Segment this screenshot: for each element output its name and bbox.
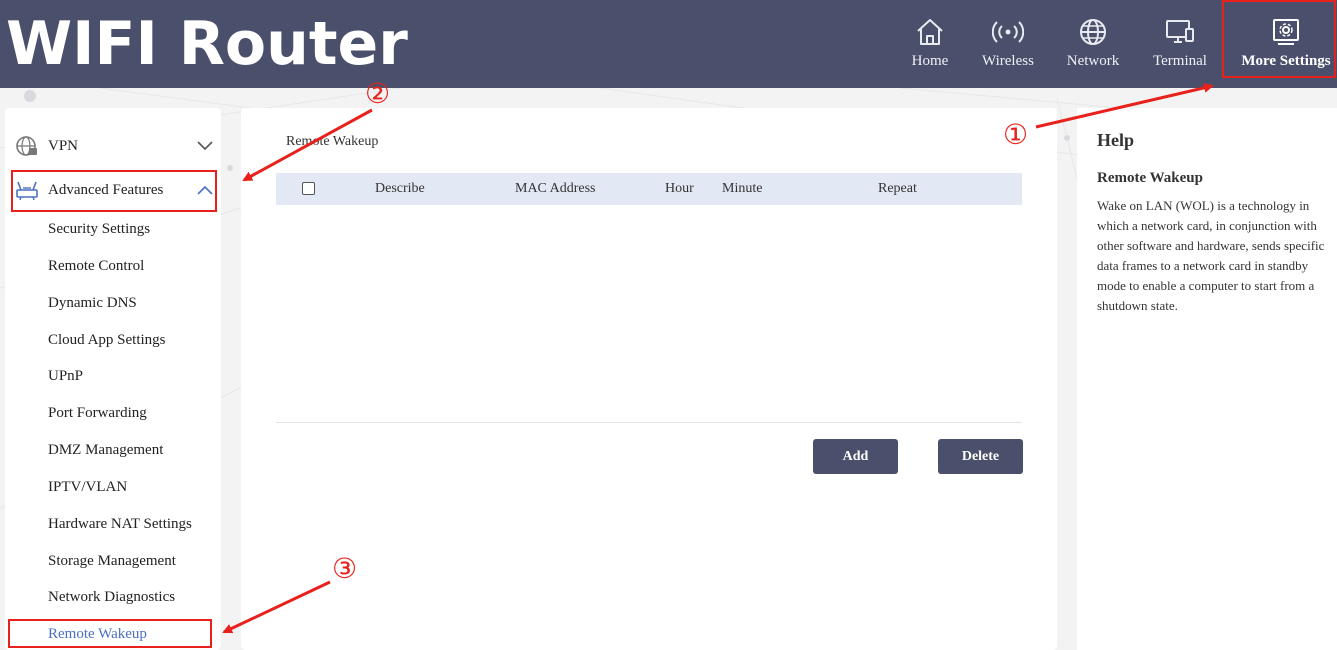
sidebar-item-dynamic-dns[interactable]: Dynamic DNS bbox=[48, 295, 137, 312]
sidebar-item-dmz-management[interactable]: DMZ Management bbox=[48, 442, 163, 459]
sidebar-item-remote-control[interactable]: Remote Control bbox=[48, 258, 144, 275]
brand-logo: WIFI Router bbox=[6, 9, 408, 79]
column-repeat: Repeat bbox=[878, 181, 917, 196]
help-subtitle: Remote Wakeup bbox=[1097, 170, 1203, 186]
top-header: WIFI Router Home Wireless Network Termin… bbox=[0, 0, 1337, 88]
sidebar-item-cloud-app-settings[interactable]: Cloud App Settings bbox=[48, 332, 166, 349]
sidebar-item-security-settings[interactable]: Security Settings bbox=[48, 221, 150, 238]
nav-wireless[interactable]: Wireless bbox=[976, 0, 1040, 88]
annotation-number-1: ① bbox=[1003, 118, 1029, 151]
sidebar-item-iptv-vlan[interactable]: IPTV/VLAN bbox=[48, 479, 127, 496]
sidebar-item-network-diagnostics[interactable]: Network Diagnostics bbox=[48, 589, 175, 606]
sidebar-item-upnp[interactable]: UPnP bbox=[48, 368, 83, 385]
main-panel: Remote Wakeup Describe MAC Address Hour … bbox=[241, 108, 1057, 650]
sidebar-item-storage-management[interactable]: Storage Management bbox=[48, 553, 176, 570]
nav-terminal[interactable]: Terminal bbox=[1148, 0, 1212, 88]
select-all-checkbox[interactable] bbox=[302, 182, 315, 195]
page-title: Remote Wakeup bbox=[286, 134, 379, 149]
annotation-highlight-more-settings bbox=[1222, 0, 1336, 78]
sidebar: VPN Advanced Features Security Settings … bbox=[5, 108, 221, 650]
table-header: Describe MAC Address Hour Minute Repeat bbox=[276, 173, 1022, 205]
help-title: Help bbox=[1097, 130, 1135, 150]
home-icon bbox=[917, 19, 943, 45]
annotation-highlight-remote-wakeup bbox=[8, 619, 212, 648]
nav-network-label: Network bbox=[1066, 53, 1120, 69]
chevron-down-icon bbox=[197, 141, 213, 151]
help-panel: Help Remote Wakeup Wake on LAN (WOL) is … bbox=[1077, 108, 1337, 650]
table-bottom-divider bbox=[276, 422, 1022, 423]
column-minute: Minute bbox=[722, 181, 763, 196]
annotation-number-3: ③ bbox=[332, 552, 358, 585]
column-mac-address: MAC Address bbox=[515, 181, 596, 196]
sidebar-item-port-forwarding[interactable]: Port Forwarding bbox=[48, 405, 147, 422]
nav-home-label: Home bbox=[911, 53, 949, 69]
vpn-icon bbox=[16, 136, 37, 156]
sidebar-item-hardware-nat-settings[interactable]: Hardware NAT Settings bbox=[48, 516, 192, 533]
column-hour: Hour bbox=[665, 181, 694, 196]
add-button[interactable]: Add bbox=[813, 439, 898, 474]
annotation-number-2: ② bbox=[365, 77, 391, 110]
nav-network[interactable]: Network bbox=[1061, 0, 1125, 88]
annotation-highlight-advanced-features bbox=[11, 170, 217, 212]
terminal-icon bbox=[1166, 20, 1194, 43]
sidebar-section-vpn-label: VPN bbox=[48, 137, 79, 154]
nav-terminal-label: Terminal bbox=[1153, 53, 1207, 69]
column-describe: Describe bbox=[375, 181, 425, 196]
nav-wireless-label: Wireless bbox=[982, 53, 1034, 69]
delete-button[interactable]: Delete bbox=[938, 439, 1023, 474]
help-description: Wake on LAN (WOL) is a technology in whi… bbox=[1097, 198, 1325, 313]
nav-home[interactable]: Home bbox=[905, 0, 955, 88]
globe-icon bbox=[1080, 19, 1106, 45]
sidebar-section-vpn[interactable]: VPN bbox=[5, 126, 221, 166]
wireless-icon bbox=[992, 21, 1024, 43]
